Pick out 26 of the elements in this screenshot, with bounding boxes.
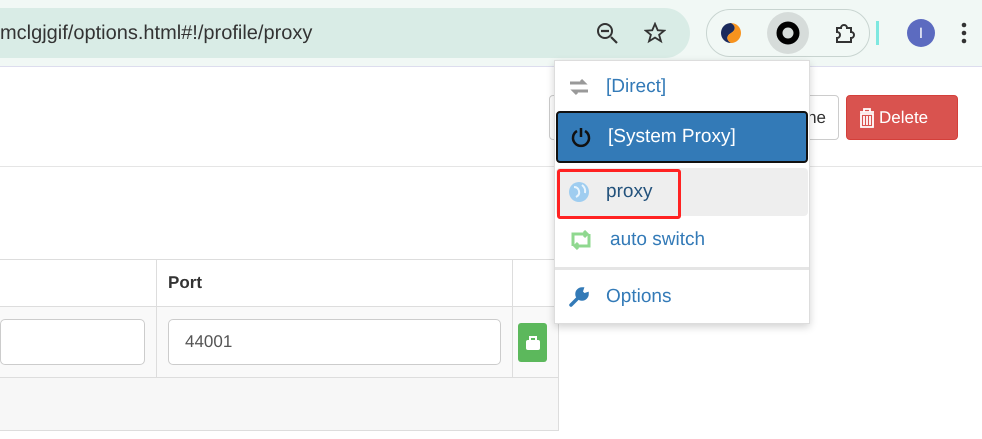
- ring-icon: [776, 21, 800, 45]
- menu-item[interactable]: Options: [556, 273, 808, 321]
- delete-button[interactable]: Delete: [846, 95, 958, 140]
- url-text: mclgjgif/options.html#!/profile/proxy: [0, 22, 314, 44]
- host-field[interactable]: [0, 319, 145, 365]
- menu-item[interactable]: auto switch: [556, 216, 808, 264]
- star-icon[interactable]: [644, 22, 666, 44]
- lock-icon: [526, 334, 540, 350]
- puzzle-icon[interactable]: [833, 21, 857, 45]
- menu-item[interactable]: [System Proxy]: [556, 111, 808, 163]
- arrows-icon: [568, 78, 590, 96]
- power-icon: [570, 126, 592, 148]
- column-header: Port: [168, 273, 202, 293]
- separator-bar: [876, 21, 879, 45]
- profile-avatar[interactable]: I: [907, 19, 935, 47]
- menu-item[interactable]: [Direct]: [556, 63, 808, 111]
- ring-extension-button[interactable]: [767, 12, 809, 54]
- wrench-icon: [568, 286, 590, 308]
- menu-item[interactable]: proxy: [556, 168, 808, 216]
- more-icon[interactable]: [961, 22, 967, 44]
- globe-icon: [568, 181, 590, 203]
- address-bar[interactable]: mclgjgif/options.html#!/profile/proxy: [0, 8, 690, 58]
- trash-icon: [859, 108, 875, 128]
- port-field[interactable]: 44001: [168, 319, 501, 365]
- zoom-icon[interactable]: [596, 22, 618, 44]
- extension-logo-icon[interactable]: [719, 21, 743, 45]
